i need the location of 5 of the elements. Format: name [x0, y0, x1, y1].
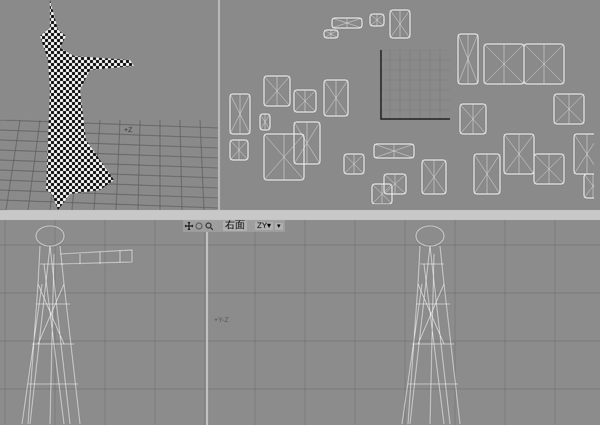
view-name-label[interactable]: 右面 [223, 221, 247, 231]
zoom-icon[interactable] [205, 222, 213, 230]
uv-square-drawing [380, 50, 450, 120]
move-icon[interactable] [185, 222, 193, 230]
axis-dropdown[interactable]: ZY▾ [255, 222, 274, 230]
